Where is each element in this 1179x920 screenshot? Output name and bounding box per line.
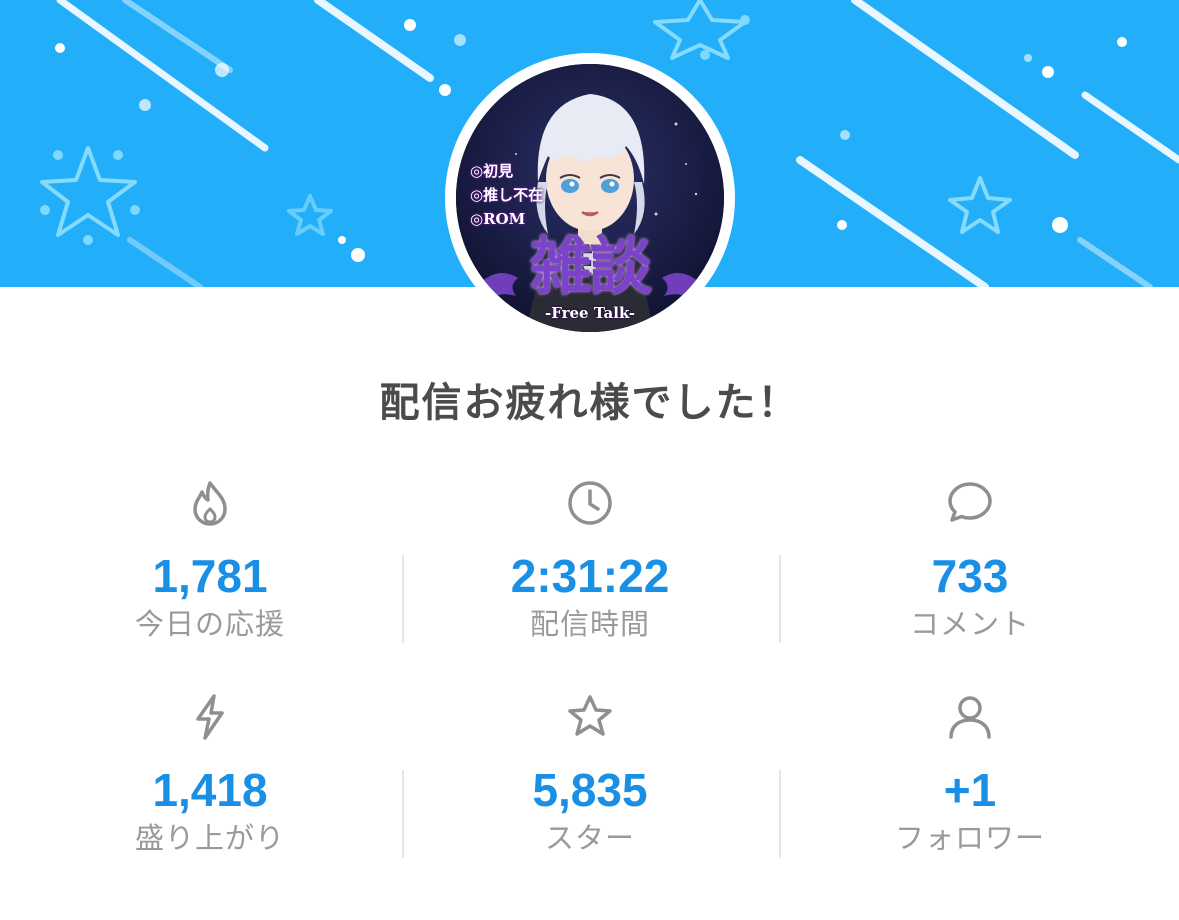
clock-icon bbox=[568, 481, 612, 525]
stat-followers-value: +1 bbox=[943, 764, 997, 816]
thumbnail-tag-first-time: ◎初見 bbox=[470, 162, 514, 180]
thumbnail-title: 雑談 bbox=[529, 230, 652, 303]
stat-stream-time: 2:31:22 配信時間 bbox=[400, 478, 780, 644]
stat-stars-label: スター bbox=[544, 821, 635, 855]
stat-excitement-label: 盛り上がり bbox=[134, 821, 285, 855]
stat-comments-value: 733 bbox=[931, 550, 1009, 602]
stat-comments: 733 コメント bbox=[780, 478, 1160, 644]
thumbnail-subtitle: -Free Talk- bbox=[545, 304, 635, 322]
stat-stars: 5,835 スター bbox=[400, 692, 780, 858]
comment-bubble-icon bbox=[948, 482, 992, 522]
stat-followers-label: フォロワー bbox=[894, 821, 1045, 855]
stream-thumbnail: ◎初見 ◎推し不在 ◎ROM 雑談 -Free Talk- bbox=[445, 53, 735, 343]
fire-icon bbox=[193, 481, 227, 526]
thumbnail-tag-rom: ◎ROM bbox=[470, 210, 526, 228]
stat-support-value: 1,781 bbox=[152, 550, 268, 602]
stat-support-label: 今日の応援 bbox=[134, 607, 285, 641]
thumbnail-image: ◎初見 ◎推し不在 ◎ROM 雑談 -Free Talk- bbox=[456, 64, 724, 332]
stat-support: 1,781 今日の応援 bbox=[20, 478, 400, 644]
person-icon bbox=[949, 696, 991, 739]
stat-excitement-value: 1,418 bbox=[152, 764, 268, 816]
stat-stars-value: 5,835 bbox=[532, 764, 648, 816]
page-title: 配信お疲れ様でした！ bbox=[379, 380, 800, 426]
stat-followers: +1 フォロワー bbox=[780, 692, 1160, 858]
stat-comments-label: コメント bbox=[909, 607, 1030, 641]
stat-stream-time-value: 2:31:22 bbox=[510, 550, 670, 602]
stat-stream-time-label: 配信時間 bbox=[529, 607, 650, 641]
star-icon bbox=[568, 695, 612, 736]
lightning-icon bbox=[196, 694, 224, 740]
stat-excitement: 1,418 盛り上がり bbox=[20, 692, 400, 858]
thumbnail-tag-no-oshi: ◎推し不在 bbox=[470, 186, 544, 204]
